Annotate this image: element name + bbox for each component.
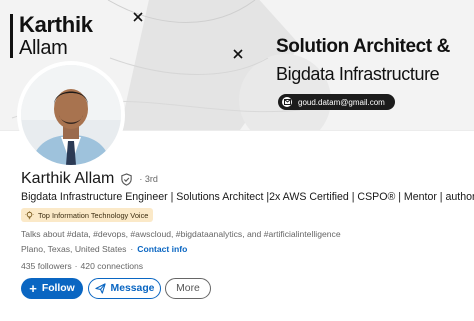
contact-info-link[interactable]: Contact info [137, 244, 187, 254]
followers-count[interactable]: 435 followers [21, 261, 72, 271]
send-icon [94, 283, 106, 294]
connections-count[interactable]: 420 connections [81, 261, 144, 271]
location-row: Plano, Texas, United States · Contact in… [21, 244, 187, 254]
location: Plano, Texas, United States [21, 244, 127, 254]
avatar[interactable] [21, 65, 121, 165]
plus-icon: + [29, 281, 37, 296]
banner-headline-line2: Bigdata Infrastructure [276, 64, 440, 84]
connection-degree: · 3rd [139, 174, 158, 184]
profile-name: Karthik Allam [21, 170, 115, 187]
message-button[interactable]: Message [88, 278, 161, 299]
message-label: Message [110, 283, 155, 294]
follow-button[interactable]: + Follow [21, 278, 83, 299]
banner-first-name: Karthik [19, 12, 93, 37]
verified-shield-icon[interactable] [120, 172, 133, 186]
more-label: More [176, 283, 200, 294]
location-separator: · [130, 244, 134, 254]
banner-last-name: Allam [19, 37, 68, 59]
profile-headline: Bigdata Infrastructure Engineer | Soluti… [21, 191, 474, 203]
more-button[interactable]: More [165, 278, 211, 299]
banner-name: Karthik Allam [10, 14, 93, 58]
talks-about: Talks about #data, #devops, #awscloud, #… [21, 229, 341, 239]
stats-separator: · [74, 261, 78, 271]
banner-email: goud.datam@gmail.com [298, 97, 385, 107]
profile-name-row: Karthik Allam · 3rd [21, 170, 158, 188]
banner-email-pill: goud.datam@gmail.com [278, 94, 395, 110]
network-stats: 435 followers · 420 connections [21, 261, 143, 271]
email-icon [282, 97, 292, 107]
top-voice-badge[interactable]: Top Information Technology Voice [21, 208, 154, 222]
follow-label: Follow [41, 283, 75, 294]
profile-photo [21, 65, 121, 165]
banner-headline-line1: Solution Architect & [276, 36, 450, 57]
lightbulb-icon [25, 210, 34, 219]
top-voice-badge-label: Top Information Technology Voice [38, 210, 149, 220]
